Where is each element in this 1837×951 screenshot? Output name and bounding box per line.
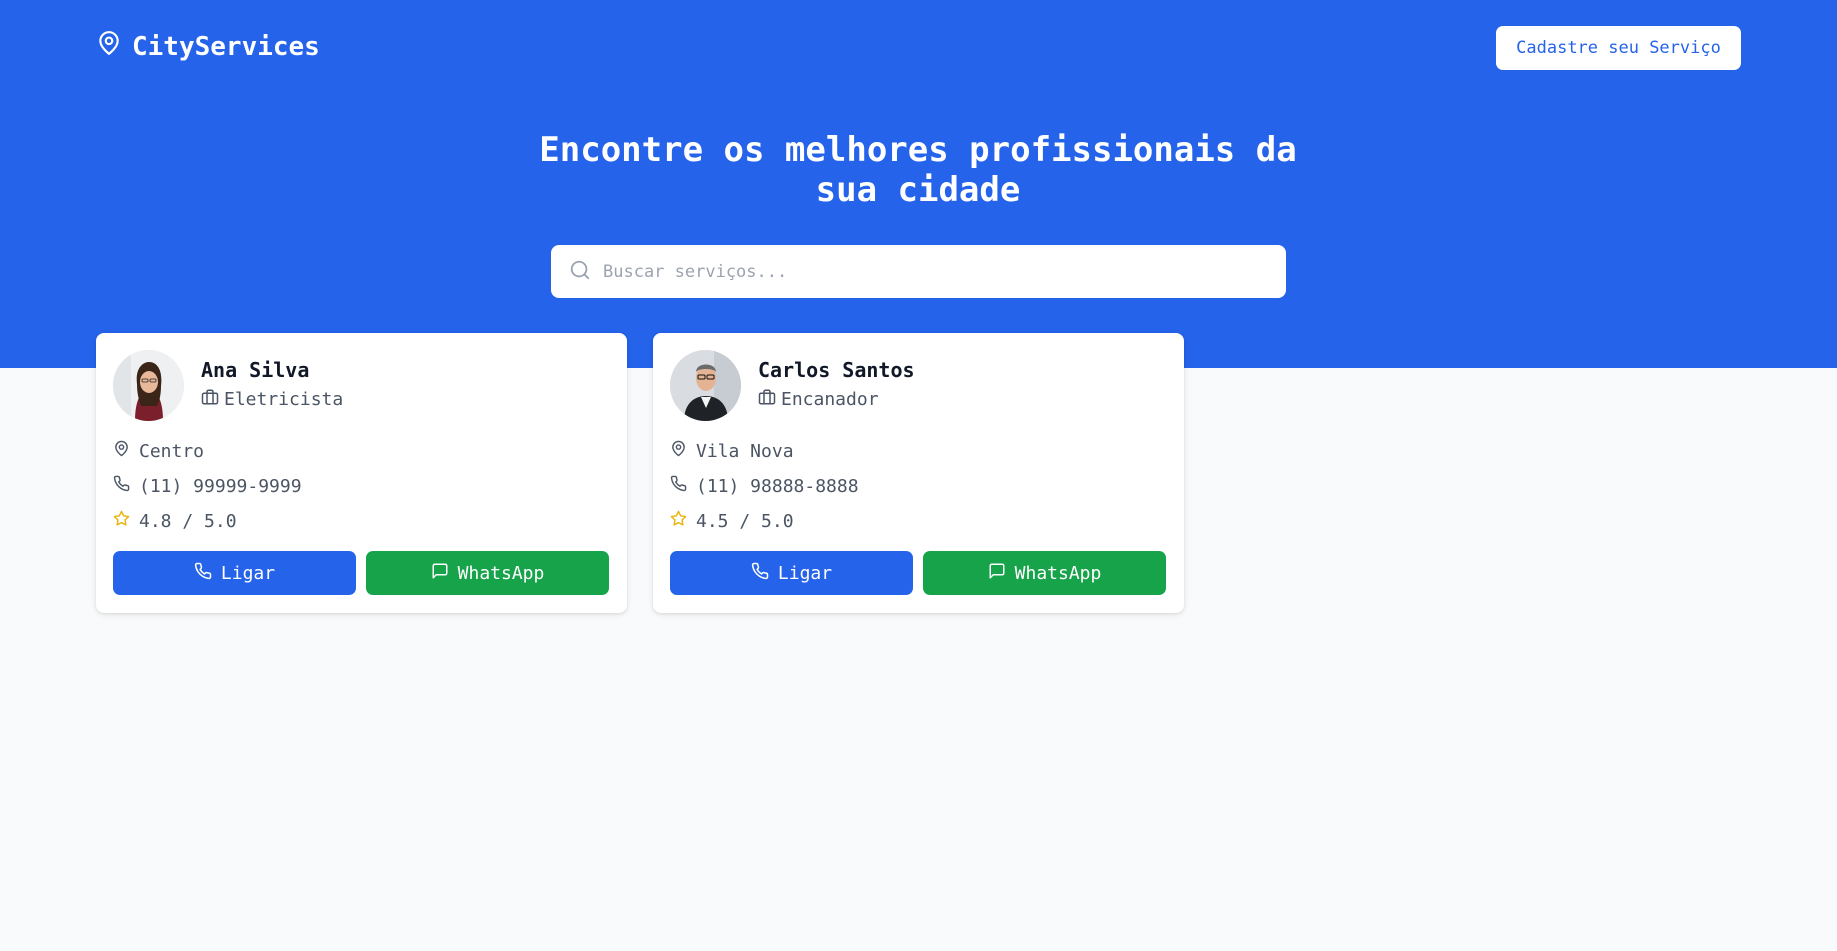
register-service-button[interactable]: Cadastre seu Serviço (1496, 26, 1741, 70)
message-square-icon (988, 562, 1006, 585)
call-button[interactable]: Ligar (113, 551, 356, 595)
search-input[interactable] (603, 245, 1286, 298)
provider-rating: 4.8 / 5.0 (113, 510, 237, 532)
brand-name: CityServices (132, 31, 320, 62)
phone-icon (113, 475, 130, 497)
search-bar[interactable] (551, 245, 1286, 298)
provider-card: Ana Silva Eletricista Centro (11) 99999-… (96, 333, 627, 613)
hero-title: Encontre os melhores profissionais da su… (518, 130, 1318, 210)
location-label: Centro (139, 440, 205, 462)
provider-rating: 4.5 / 5.0 (670, 510, 794, 532)
hero-title-line-1: Encontre os melhores profissionais da (539, 130, 1297, 170)
rating-label: 4.5 / 5.0 (696, 510, 794, 532)
map-pin-icon (96, 30, 122, 63)
provider-name: Carlos Santos (758, 358, 915, 382)
phone-icon (751, 562, 769, 585)
whatsapp-label: WhatsApp (1014, 562, 1102, 584)
call-label: Ligar (220, 562, 276, 584)
hero-banner: CityServices Cadastre seu Serviço Encont… (0, 0, 1837, 368)
briefcase-icon (758, 388, 776, 411)
avatar (113, 350, 184, 421)
map-pin-icon (113, 440, 130, 462)
whatsapp-label: WhatsApp (457, 562, 545, 584)
phone-icon (194, 562, 212, 585)
phone-label: (11) 98888-8888 (696, 475, 859, 497)
call-button[interactable]: Ligar (670, 551, 913, 595)
message-square-icon (431, 562, 449, 585)
hero-title-line-2: sua cidade (815, 170, 1021, 210)
star-icon (670, 510, 687, 532)
map-pin-icon (670, 440, 687, 462)
provider-location: Centro (113, 440, 204, 462)
provider-profession: Eletricista (201, 388, 343, 411)
rating-label: 4.8 / 5.0 (139, 510, 237, 532)
call-label: Ligar (777, 562, 833, 584)
search-icon (569, 259, 591, 285)
profession-label: Eletricista (224, 389, 344, 410)
provider-location: Vila Nova (670, 440, 794, 462)
provider-phone: (11) 99999-9999 (113, 475, 302, 497)
avatar (670, 350, 741, 421)
provider-phone: (11) 98888-8888 (670, 475, 859, 497)
provider-card: Carlos Santos Encanador Vila Nova (11) 9… (653, 333, 1184, 613)
phone-icon (670, 475, 687, 497)
brand-logo[interactable]: CityServices (96, 30, 320, 63)
location-label: Vila Nova (696, 440, 794, 462)
star-icon (113, 510, 130, 532)
whatsapp-button[interactable]: WhatsApp (923, 551, 1166, 595)
whatsapp-button[interactable]: WhatsApp (366, 551, 609, 595)
provider-name: Ana Silva (201, 358, 310, 382)
profession-label: Encanador (781, 389, 879, 410)
briefcase-icon (201, 388, 219, 411)
phone-label: (11) 99999-9999 (139, 475, 302, 497)
provider-profession: Encanador (758, 388, 879, 411)
